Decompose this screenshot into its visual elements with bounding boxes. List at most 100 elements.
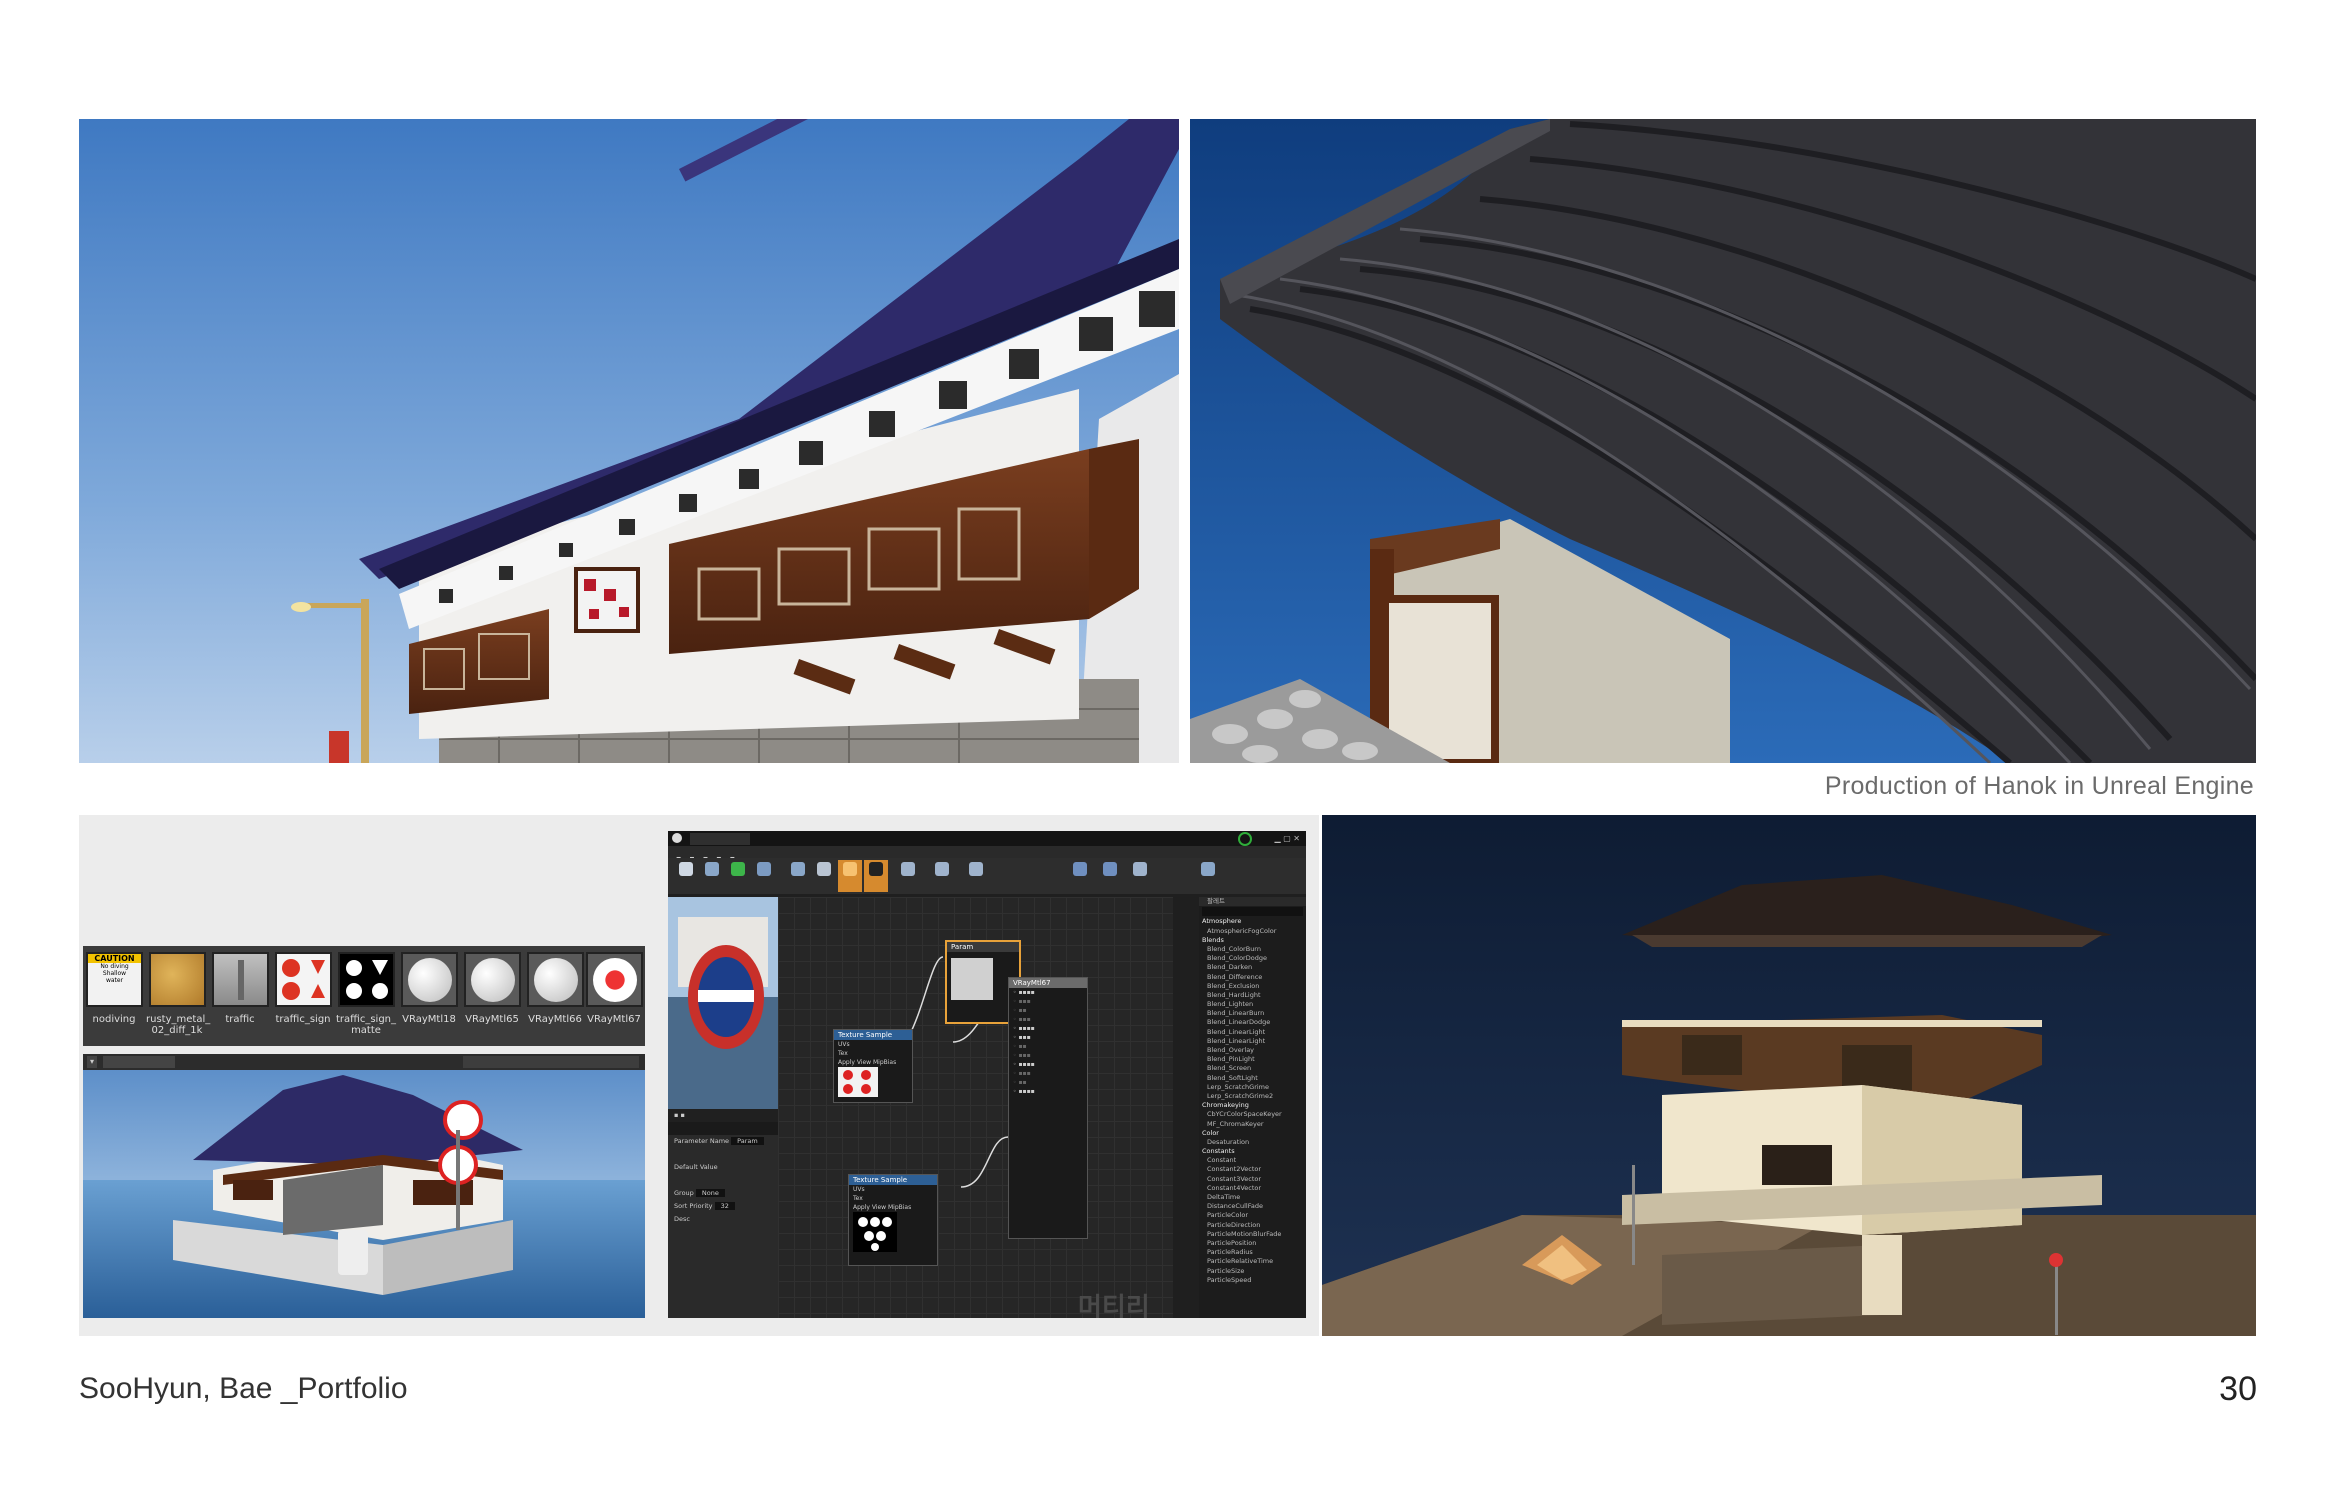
browse-button[interactable] [700,860,724,892]
footer-author: SooHyun, Bae _Portfolio [79,1372,408,1405]
palette-item[interactable]: Blend_Screen [1199,1064,1306,1073]
palette-category[interactable]: Chromakeying [1199,1101,1306,1110]
palette-category[interactable]: Blends [1199,936,1306,945]
palette-item[interactable]: Blend_ColorBurn [1199,945,1306,954]
texture-sample-node-2[interactable]: Texture Sample UVs Tex Apply View MipBia… [848,1174,938,1266]
palette-item[interactable]: Blend_Darken [1199,963,1306,972]
ue-logo-icon [672,833,682,843]
details-panel: ▪ ▪ Parameter Name Param Default Value G… [668,1109,778,1318]
window-controls[interactable]: ▁ ▢ ✕ [1275,834,1301,843]
material-thumb-vraymtl67[interactable] [586,952,643,1007]
palette-item[interactable]: ParticleRelativeTime [1199,1257,1306,1266]
palette-item[interactable]: Blend_PinLight [1199,1055,1306,1064]
perspective-button[interactable] [103,1056,149,1068]
snap-buttons[interactable] [463,1056,639,1068]
clean-button[interactable] [812,860,836,892]
live-preview-button[interactable] [864,860,888,892]
pin-uvs: UVs [853,1186,865,1193]
material-thumb-traffic-sign-matte[interactable] [338,952,395,1007]
preview-button[interactable] [1196,860,1220,892]
connectors-button[interactable] [838,860,862,892]
pin-row: ◦ ▪▪▪ [1013,1034,1031,1041]
palette-item[interactable]: Blend_LinearLight [1199,1028,1306,1037]
details-search[interactable] [668,1122,778,1135]
live-update-button[interactable] [930,860,954,892]
save-button[interactable] [674,860,698,892]
palette-item[interactable]: Lerp_ScratchGrime2 [1199,1092,1306,1101]
palette-item[interactable]: Blend_HardLight [1199,991,1306,1000]
details-row: Group None [668,1187,778,1200]
record-icon[interactable] [1238,832,1252,846]
stats-button[interactable] [1068,860,1092,892]
live-nodes-button[interactable] [896,860,920,892]
material-thumb-vraymtl66[interactable] [527,952,584,1007]
material-thumb-nodiving[interactable]: CAUTION No diving Shallow water [86,952,143,1007]
material-label: nodiving [92,1014,136,1025]
palette-item[interactable]: Constant [1199,1156,1306,1165]
details-label: Sort Priority [674,1202,713,1210]
palette-item[interactable]: Blend_SoftLight [1199,1074,1306,1083]
palette-item[interactable]: AtmosphericFogColor [1199,927,1306,936]
palette-item[interactable]: Blend_LinearDodge [1199,1018,1306,1027]
palette-item[interactable]: Lerp_ScratchGrime [1199,1083,1306,1092]
palette-item[interactable]: Desaturation [1199,1138,1306,1147]
node-button[interactable] [1128,860,1152,892]
palette-item[interactable]: Blend_LinearLight [1199,1037,1306,1046]
material-graph-canvas[interactable]: Param VRayMtl67 ◦ ▪▪▪▪ ◦ ▪▪▪ ◦ ▪▪ ◦ ▪▪▪ … [778,897,1173,1318]
palette-item[interactable]: ParticleDirection [1199,1221,1306,1230]
palette-item[interactable]: ParticleSize [1199,1267,1306,1276]
material-thumb-traffic-sign[interactable] [275,952,332,1007]
group-field[interactable]: None [695,1189,725,1197]
material-thumb-traffic[interactable] [212,952,269,1007]
material-thumb-vraymtl65[interactable] [464,952,521,1007]
details-row: Parameter Name Param [668,1135,778,1148]
palette-item[interactable]: Constant3Vector [1199,1175,1306,1184]
palette-item[interactable]: ParticleSpeed [1199,1276,1306,1285]
palette-item[interactable]: ParticleColor [1199,1211,1306,1220]
apply-button[interactable] [726,860,750,892]
palette-item[interactable]: MF_ChromaKeyer [1199,1120,1306,1129]
material-thumb-vraymtl18[interactable] [401,952,458,1007]
viewport-menu-button[interactable]: ▾ [87,1056,98,1068]
details-tabs[interactable]: ▪ ▪ [668,1109,778,1122]
search-button[interactable] [752,860,776,892]
palette-item[interactable]: Blend_Overlay [1199,1046,1306,1055]
details-row: Desc [668,1213,778,1226]
editor-menu-bar: ▪▪▪▪▪ [668,846,1306,863]
palette-category[interactable]: Atmosphere [1199,917,1306,926]
palette-item[interactable]: Constant2Vector [1199,1165,1306,1174]
level-viewport[interactable]: ▾ [83,1054,645,1318]
page-number: 30 [2219,1370,2257,1408]
hide-unused-button[interactable] [964,860,988,892]
palette-item[interactable]: Blend_Exclusion [1199,982,1306,991]
sort-priority-field[interactable]: 32 [714,1202,735,1210]
texture-sample-node-1[interactable]: Texture Sample UVs Tex Apply View MipBia… [833,1029,913,1103]
palette-item[interactable]: Blend_LinearBurn [1199,1009,1306,1018]
pin-row: ◦ ▪▪ [1013,1043,1027,1050]
palette-item[interactable]: ParticleRadius [1199,1248,1306,1257]
palette-item[interactable]: DistanceCullFade [1199,1202,1306,1211]
palette-item[interactable]: DeltaTime [1199,1193,1306,1202]
palette-category[interactable]: Constants [1199,1147,1306,1156]
palette-item[interactable]: Constant4Vector [1199,1184,1306,1193]
palette-item[interactable]: ParticleMotionBlurFade [1199,1230,1306,1239]
home-button[interactable] [786,860,810,892]
palette-category[interactable]: Color [1199,1129,1306,1138]
palette-item[interactable]: CbYCrColorSpaceKeyer [1199,1110,1306,1119]
pin-tex: Tex [853,1195,863,1202]
palette-item[interactable]: Blend_ColorDodge [1199,954,1306,963]
platform-stats-button[interactable] [1098,860,1122,892]
parameter-name-field[interactable]: Param [731,1137,764,1145]
lit-button[interactable] [149,1056,175,1068]
node-title: Texture Sample [834,1030,912,1040]
palette-item[interactable]: ParticlePosition [1199,1239,1306,1248]
palette-item[interactable]: Blend_Difference [1199,973,1306,982]
palette-search[interactable] [1202,907,1303,917]
material-preview-viewport[interactable] [668,897,778,1109]
main-material-node[interactable]: VRayMtl67 ◦ ▪▪▪▪ ◦ ▪▪▪ ◦ ▪▪ ◦ ▪▪▪ ◦ ▪▪▪▪… [1008,977,1088,1239]
palette-item[interactable]: Blend_Lighten [1199,1000,1306,1009]
material-thumb-rusty-metal[interactable] [149,952,206,1007]
editor-tab[interactable] [690,833,750,845]
details-label: Parameter Name [674,1137,730,1145]
pin-row: ◦ ▪▪▪▪ [1013,1025,1035,1032]
